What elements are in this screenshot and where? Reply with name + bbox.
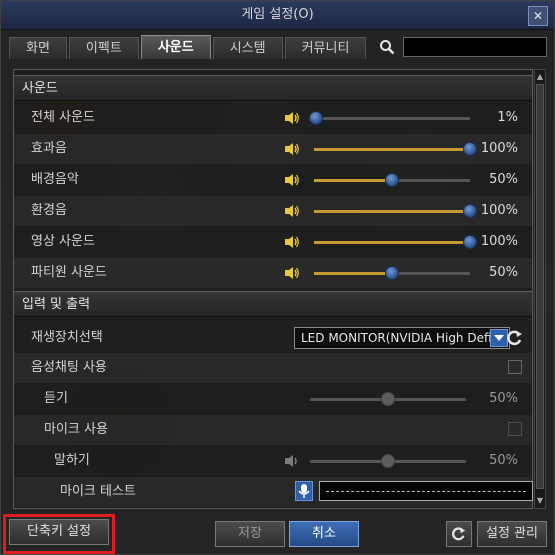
video-volume-slider-handle[interactable]	[463, 235, 477, 249]
listen-slider-handle[interactable]	[381, 392, 395, 406]
speaker-icon[interactable]	[284, 111, 300, 125]
effects-volume-slider[interactable]	[314, 142, 477, 156]
effects-volume-slider-handle[interactable]	[463, 142, 477, 156]
bgm-volume-fill	[314, 179, 392, 182]
speaker-icon[interactable]	[284, 266, 300, 280]
scrollbar[interactable]: ▲ ▼	[534, 69, 546, 509]
master-volume-slider[interactable]	[308, 111, 470, 125]
party-volume-slider-handle[interactable]	[385, 266, 399, 280]
video-volume-slider[interactable]	[314, 235, 477, 249]
search-input[interactable]	[403, 37, 547, 57]
video-volume-fill	[314, 241, 470, 244]
mic-test-row: 마이크 테스트	[14, 477, 533, 507]
speaker-icon[interactable]	[284, 454, 300, 468]
settings-manage-button[interactable]: 설정 관리	[477, 521, 547, 547]
cancel-button[interactable]: 취소	[289, 521, 359, 547]
highlight-box	[3, 514, 115, 554]
scroll-up-icon[interactable]: ▲	[536, 72, 544, 82]
ambient-volume-value: 100%	[480, 203, 518, 218]
speak-slider[interactable]	[310, 454, 466, 468]
mic-use-row: 마이크 사용	[14, 415, 532, 445]
mic-level-bar	[319, 481, 533, 501]
bgm-volume-slider-handle[interactable]	[385, 173, 399, 187]
party-volume-label: 파티원 사운드	[31, 265, 107, 280]
speak-row: 말하기 50%	[14, 446, 532, 476]
refresh-icon[interactable]	[506, 329, 524, 347]
master-volume-row: 전체 사운드 1%	[14, 103, 532, 133]
ambient-volume-row: 환경음 100%	[14, 196, 532, 226]
master-volume-label: 전체 사운드	[31, 110, 95, 125]
party-volume-row: 파티원 사운드 50%	[14, 258, 532, 288]
close-button[interactable]: ✕	[528, 6, 548, 26]
search-icon[interactable]	[379, 39, 395, 55]
scroll-down-icon[interactable]: ▼	[536, 496, 544, 506]
bgm-volume-row: 배경음악 50%	[14, 165, 532, 195]
tab-system[interactable]: 시스템	[212, 37, 283, 59]
tab-community[interactable]: 커뮤니티	[284, 37, 367, 59]
ambient-volume-slider[interactable]	[314, 204, 477, 218]
effects-volume-label: 효과음	[31, 141, 67, 156]
listen-value: 50%	[489, 391, 518, 406]
title-bar: 게임 설정(O) ✕	[1, 1, 554, 30]
bgm-volume-value: 50%	[489, 172, 518, 187]
reset-button[interactable]	[446, 521, 472, 547]
listen-row: 듣기 50%	[14, 384, 532, 414]
speaker-icon[interactable]	[284, 173, 300, 187]
master-volume-slider-handle[interactable]	[308, 111, 323, 125]
listen-label: 듣기	[44, 391, 68, 406]
tab-effects[interactable]: 이펙트	[68, 37, 139, 59]
reset-icon	[452, 527, 466, 541]
settings-window: 게임 설정(O) ✕ 화면 이펙트 사운드 시스템 커뮤니티 ▲ ▼ 사운드 전…	[0, 0, 555, 555]
tab-sound[interactable]: 사운드	[140, 35, 211, 59]
playback-device-value: LED MONITOR(NVIDIA High Defin...	[301, 331, 510, 345]
listen-slider[interactable]	[310, 392, 466, 406]
video-volume-label: 영상 사운드	[31, 234, 95, 249]
playback-device-select[interactable]: LED MONITOR(NVIDIA High Defin...	[294, 327, 510, 349]
voice-chat-row: 음성채팅 사용	[14, 353, 532, 383]
scroll-thumb[interactable]	[536, 84, 544, 489]
effects-volume-fill	[314, 148, 470, 151]
speaker-icon[interactable]	[284, 142, 300, 156]
voice-chat-label: 음성채팅 사용	[31, 360, 107, 375]
tab-screen[interactable]: 화면	[9, 37, 67, 59]
mic-use-checkbox[interactable]	[508, 422, 522, 436]
video-volume-value: 100%	[480, 234, 518, 249]
tab-bar: 화면 이펙트 사운드 시스템 커뮤니티	[9, 35, 367, 59]
save-button[interactable]: 저장	[215, 521, 285, 547]
speak-slider-handle[interactable]	[381, 454, 395, 468]
mic-test-label: 마이크 테스트	[60, 484, 136, 499]
speak-value: 50%	[489, 453, 518, 468]
microphone-icon[interactable]	[295, 481, 313, 501]
ambient-volume-slider-handle[interactable]	[463, 204, 477, 218]
master-volume-value: 1%	[497, 110, 518, 125]
io-section-header: 입력 및 출력	[14, 291, 532, 317]
party-volume-value: 50%	[489, 265, 518, 280]
bgm-volume-slider[interactable]	[314, 173, 470, 187]
video-volume-row: 영상 사운드 100%	[14, 227, 532, 257]
ambient-volume-label: 환경음	[31, 203, 67, 218]
window-title: 게임 설정(O)	[241, 7, 314, 22]
effects-volume-value: 100%	[480, 141, 518, 156]
playback-device-row: 재생장치선택 LED MONITOR(NVIDIA High Defin...	[14, 323, 532, 353]
sound-section-header: 사운드	[14, 75, 532, 101]
playback-device-label: 재생장치선택	[31, 330, 103, 345]
mic-use-label: 마이크 사용	[44, 422, 108, 437]
ambient-volume-fill	[314, 210, 470, 213]
party-volume-fill	[314, 272, 392, 275]
bgm-volume-label: 배경음악	[31, 172, 79, 187]
speaker-icon[interactable]	[284, 235, 300, 249]
party-volume-slider[interactable]	[314, 266, 470, 280]
speaker-icon[interactable]	[284, 204, 300, 218]
voice-chat-checkbox[interactable]	[508, 360, 522, 374]
effects-volume-row: 효과음 100%	[14, 134, 532, 164]
speak-label: 말하기	[54, 453, 90, 468]
